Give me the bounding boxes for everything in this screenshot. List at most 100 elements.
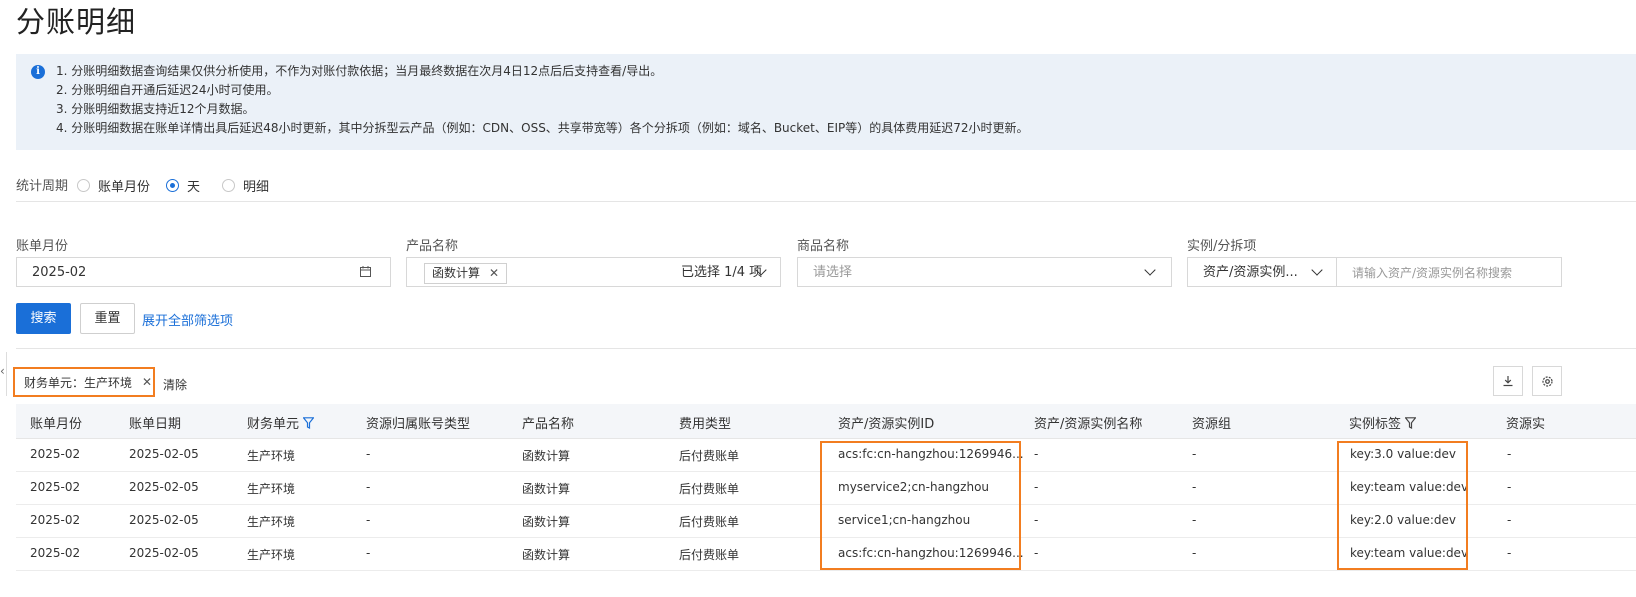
cell-charge-type: 后付费账单 (679, 482, 740, 496)
clear-filters-link[interactable]: 清除 (163, 376, 187, 393)
filter-icon-active[interactable] (303, 416, 315, 429)
radio-bill-month[interactable]: 账单月份 (77, 176, 150, 195)
reset-button[interactable]: 重置 (80, 303, 135, 334)
radio-day[interactable]: 天 (166, 176, 200, 195)
bill-month-label: 账单月份 (16, 239, 69, 254)
cell-resource-group: - (1192, 546, 1197, 560)
info-icon: i (31, 65, 45, 79)
notice-line-2: 2. 分账明细自开通后延迟24小时可使用。 (56, 83, 279, 97)
cell-bill-month: 2025-02 (30, 447, 81, 461)
product-tag: 函数计算 ✕ (424, 263, 508, 284)
instance-type-select[interactable]: 资产/资源实例... (1187, 257, 1337, 287)
product-summary: 已选择 1/4 项 (681, 265, 763, 280)
commodity-select[interactable]: 请选择 (797, 257, 1172, 287)
cell-account-type: - (366, 447, 371, 461)
notice-line-4: 4. 分账明细数据在账单详情出具后延迟48小时更新，其中分拆型云产品（例如：CD… (56, 121, 1029, 135)
cell-overflow: - (1507, 447, 1512, 461)
cell-account-type: - (366, 546, 371, 560)
cell-overflow: - (1507, 513, 1512, 527)
download-icon (1503, 376, 1513, 387)
radio-detail[interactable]: 明细 (222, 176, 269, 195)
cell-charge-type: 后付费账单 (679, 515, 740, 529)
cell-instance-name: - (1034, 546, 1039, 560)
radio-dot (77, 179, 90, 192)
column-header: 资源组 (1192, 417, 1232, 432)
calendar-icon (360, 266, 371, 277)
search-button[interactable]: 搜索 (16, 303, 71, 334)
cell-bill-month: 2025-02 (30, 513, 81, 527)
commodity-placeholder: 请选择 (813, 265, 853, 280)
expand-filters-link[interactable]: 展开全部筛选项 (142, 310, 233, 329)
column-header: 资产/资源实例名称 (1034, 417, 1143, 432)
instance-search-placeholder: 请输入资产/资源实例名称搜索 (1352, 266, 1513, 280)
radio-dot (222, 179, 235, 192)
column-header-finance-unit: 财务单元 (247, 413, 315, 432)
highlight-box-instance-tag (1337, 441, 1468, 570)
cell-instance-name: - (1034, 447, 1039, 461)
cell-bill-date: 2025-02-05 (129, 447, 199, 461)
column-header-label: 实例标签 (1349, 417, 1402, 432)
radio-label: 账单月份 (98, 180, 151, 195)
highlight-box-instance-id (820, 441, 1021, 570)
cell-resource-group: - (1192, 480, 1197, 494)
cell-bill-date: 2025-02-05 (129, 480, 199, 494)
product-tag-label: 函数计算 (432, 266, 481, 280)
filter-icon[interactable] (1405, 416, 1417, 429)
cell-product: 函数计算 (522, 449, 571, 463)
column-header: 账单日期 (129, 417, 182, 432)
column-header: 费用类型 (679, 417, 732, 432)
close-icon[interactable]: ✕ (142, 375, 152, 389)
bill-month-picker[interactable]: 2025-02 (16, 257, 391, 287)
cell-charge-type: 后付费账单 (679, 548, 740, 562)
active-filter-chip: 财务单元：生产环境 ✕ (13, 367, 155, 397)
section-divider (16, 348, 1636, 349)
instance-label: 实例/分拆项 (1187, 239, 1257, 254)
cell-product: 函数计算 (522, 515, 571, 529)
info-notice: i 1. 分账明细数据查询结果仅供分析使用，不作为对账付款依据；当月最终数据在次… (16, 54, 1636, 150)
column-header: 资产/资源实例ID (838, 417, 935, 432)
instance-type-value: 资产/资源实例... (1203, 265, 1298, 280)
instance-search-input[interactable]: 请输入资产/资源实例名称搜索 (1336, 257, 1562, 287)
column-header-label: 财务单元 (247, 417, 300, 432)
cell-finance-unit: 生产环境 (247, 482, 296, 496)
product-select[interactable]: 函数计算 ✕ 已选择 1/4 项 (406, 257, 781, 287)
settings-icon (1541, 375, 1553, 387)
product-label: 产品名称 (406, 239, 459, 254)
cell-resource-group: - (1192, 513, 1197, 527)
chevron-down-icon (1311, 264, 1323, 276)
notice-line-1: 1. 分账明细数据查询结果仅供分析使用，不作为对账付款依据；当月最终数据在次月4… (56, 64, 663, 78)
cell-bill-date: 2025-02-05 (129, 513, 199, 527)
table-header: 账单月份 账单日期 财务单元 资源归属账号类型 产品名称 费用类型 资产/资源实… (16, 404, 1636, 439)
section-divider (16, 201, 1636, 202)
bill-month-value: 2025-02 (32, 265, 87, 280)
cell-bill-month: 2025-02 (30, 546, 81, 560)
cell-product: 函数计算 (522, 548, 571, 562)
cell-overflow: - (1507, 546, 1512, 560)
column-header: 资源实 (1506, 417, 1546, 432)
cell-account-type: - (366, 480, 371, 494)
active-filter-label: 财务单元：生产环境 (24, 375, 133, 390)
radio-label: 天 (187, 180, 201, 195)
download-button[interactable] (1493, 366, 1523, 396)
settings-button[interactable] (1532, 366, 1562, 396)
cell-product: 函数计算 (522, 482, 571, 496)
column-header-instance-tags: 实例标签 (1349, 413, 1417, 432)
cell-overflow: - (1507, 480, 1512, 494)
close-icon[interactable]: ✕ (489, 264, 499, 283)
cell-finance-unit: 生产环境 (247, 548, 296, 562)
cell-finance-unit: 生产环境 (247, 449, 296, 463)
column-header: 产品名称 (522, 417, 575, 432)
chevron-left-icon[interactable]: ‹ (0, 364, 5, 378)
chevron-down-icon (1144, 264, 1156, 276)
cell-resource-group: - (1192, 447, 1197, 461)
cell-account-type: - (366, 513, 371, 527)
notice-line-3: 3. 分账明细数据支持近12个月数据。 (56, 102, 255, 116)
cell-bill-date: 2025-02-05 (129, 546, 199, 560)
commodity-label: 商品名称 (797, 239, 850, 254)
period-label: 统计周期 (16, 179, 69, 194)
cell-charge-type: 后付费账单 (679, 449, 740, 463)
cell-finance-unit: 生产环境 (247, 515, 296, 529)
cell-instance-name: - (1034, 513, 1039, 527)
column-header: 资源归属账号类型 (366, 417, 471, 432)
radio-dot-checked (166, 179, 179, 192)
